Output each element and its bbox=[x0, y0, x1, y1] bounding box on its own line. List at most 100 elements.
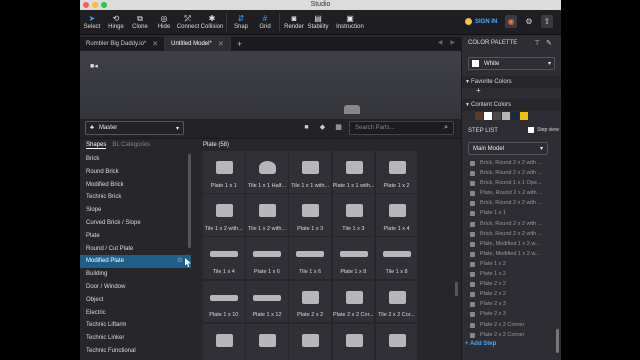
select-tool-button[interactable]: ➤ Select bbox=[80, 10, 104, 30]
hinge-tool-button[interactable]: ⟲ Hinge bbox=[104, 10, 128, 30]
color-swatch[interactable] bbox=[484, 112, 492, 120]
add-tab-button[interactable]: + bbox=[231, 37, 248, 51]
tab-left-arrow-icon[interactable]: ◀ bbox=[438, 39, 443, 46]
brick-model[interactable] bbox=[344, 105, 360, 114]
step-item[interactable]: Brick, Round 2 x 2 with ... bbox=[462, 219, 561, 229]
large-view-icon[interactable]: ■ bbox=[302, 123, 311, 132]
part-tile[interactable]: Tile 1 x 1 Half... bbox=[246, 151, 288, 193]
star-icon[interactable]: ☆ bbox=[177, 255, 183, 268]
step-item[interactable]: Plate 1 x 2 bbox=[462, 259, 561, 269]
color-select-dropdown[interactable]: White ▾ bbox=[468, 57, 555, 70]
step-view-toggle[interactable]: Step view bbox=[528, 127, 559, 133]
part-tile[interactable]: Plate 1 x 12 bbox=[246, 280, 288, 323]
step-item[interactable]: Plate 1 x 1 bbox=[462, 208, 561, 218]
tab-bl-categories[interactable]: BL Categories bbox=[112, 142, 150, 149]
category-item[interactable]: Technic Brick bbox=[80, 191, 191, 204]
category-item[interactable]: Technic Functional bbox=[80, 345, 191, 358]
step-item[interactable]: Brick, Round 2 x 2 with ... bbox=[462, 158, 561, 168]
part-tile[interactable]: Tile 1 x 6 bbox=[289, 237, 331, 279]
category-item[interactable]: Round Brick bbox=[80, 166, 191, 179]
upload-icon[interactable]: ⇧ bbox=[541, 15, 553, 28]
part-tile[interactable] bbox=[203, 323, 245, 360]
category-item[interactable]: Brick bbox=[80, 153, 191, 166]
step-item[interactable]: Plate 2 x 2 bbox=[462, 289, 561, 299]
search-icon[interactable]: ⌕ bbox=[444, 124, 448, 132]
instruction-tool-button[interactable]: ▣ Instruction bbox=[330, 10, 370, 30]
color-swatch[interactable] bbox=[502, 112, 510, 120]
hide-tool-button[interactable]: ◎ Hide bbox=[152, 10, 176, 30]
category-item[interactable]: Round / Cut Plate bbox=[80, 243, 191, 256]
tab-untitled-model[interactable]: Untitled Model* ✕ bbox=[165, 37, 231, 51]
snap-tool-button[interactable]: ⇵ Snap bbox=[229, 10, 253, 30]
step-list-scrollbar[interactable] bbox=[556, 329, 559, 353]
part-tile[interactable]: Plate 1 x 2 bbox=[375, 151, 418, 193]
close-tab-icon[interactable]: ✕ bbox=[218, 40, 224, 48]
part-tile[interactable]: Plate 1 x 1 with... bbox=[332, 151, 375, 193]
part-tile[interactable] bbox=[289, 323, 331, 360]
add-favorite-button[interactable]: + bbox=[476, 86, 481, 95]
category-item[interactable]: Object bbox=[80, 294, 191, 307]
part-tile[interactable]: Tile 1 x 3 bbox=[332, 194, 375, 236]
close-tab-icon[interactable]: ✕ bbox=[152, 40, 158, 48]
paint-roller-icon[interactable]: ⊤ bbox=[534, 37, 540, 50]
step-item[interactable]: Plate, Round 2 x 2 with ... bbox=[462, 188, 561, 198]
eyedropper-icon[interactable]: ✎ bbox=[546, 37, 552, 50]
category-scrollbar[interactable] bbox=[188, 154, 191, 248]
tab-right-arrow-icon[interactable]: ▶ bbox=[450, 39, 455, 46]
category-item[interactable]: Plate bbox=[80, 230, 191, 243]
part-tile[interactable] bbox=[332, 323, 375, 360]
close-window-button[interactable] bbox=[83, 2, 89, 8]
part-tile[interactable] bbox=[246, 323, 288, 360]
clone-tool-button[interactable]: ⧉ Clone bbox=[128, 10, 152, 30]
part-tile[interactable]: Plate 1 x 8 bbox=[332, 237, 375, 279]
category-item[interactable]: Building bbox=[80, 268, 191, 281]
minimize-window-button[interactable] bbox=[92, 2, 98, 8]
step-item[interactable]: Plate 2 x 2 Corner bbox=[462, 320, 561, 330]
step-item[interactable]: Brick, Round 1 x 1 Ope... bbox=[462, 178, 561, 188]
part-tile[interactable]: Tile 2 x 2 Cor... bbox=[375, 280, 418, 323]
notification-icon[interactable]: ◉ bbox=[505, 15, 517, 28]
3d-viewport[interactable]: ■◂ bbox=[80, 51, 461, 119]
part-tile[interactable]: Plate 1 x 3 bbox=[289, 194, 331, 236]
step-item[interactable]: Plate 2 x 3 bbox=[462, 299, 561, 309]
grid-view-icon[interactable]: ▦ bbox=[334, 123, 343, 132]
add-step-button[interactable]: + Add Step bbox=[465, 341, 496, 347]
step-item[interactable]: Plate 1 x 2 bbox=[462, 269, 561, 279]
step-item[interactable]: Brick, Round 2 x 2 with ... bbox=[462, 229, 561, 239]
category-item[interactable]: Slope bbox=[80, 204, 191, 217]
sign-in-button[interactable]: SIGN IN bbox=[465, 18, 497, 25]
category-item[interactable]: Technic Liftarm bbox=[80, 319, 191, 332]
main-model-dropdown[interactable]: Main Model ▾ bbox=[468, 142, 548, 155]
step-item[interactable]: Plate 2 x 2 Corner bbox=[462, 330, 561, 340]
settings-gear-icon[interactable]: ⚙ bbox=[523, 15, 535, 28]
tab-shapes[interactable]: Shapes bbox=[86, 142, 107, 149]
collision-tool-button[interactable]: ✱ Collision bbox=[200, 10, 224, 30]
part-tile[interactable]: Tile 1 x 1 with... bbox=[289, 151, 331, 193]
step-item[interactable]: Plate, Modified 1 x 2 w... bbox=[462, 249, 561, 259]
color-swatch[interactable] bbox=[475, 112, 483, 120]
video-camera-icon[interactable]: ■◂ bbox=[90, 62, 98, 70]
master-dropdown[interactable]: ♣ Master ▾ bbox=[85, 121, 184, 135]
part-tile[interactable]: Tile 1 x 4 bbox=[203, 237, 245, 279]
content-colors-header[interactable]: ▼ Content Colors bbox=[462, 99, 561, 111]
parts-scrollbar[interactable] bbox=[455, 282, 458, 296]
step-item[interactable]: Plate, Modified 1 x 2 w... bbox=[462, 239, 561, 249]
part-tile[interactable]: Plate 2 x 2 bbox=[289, 280, 331, 323]
part-tile[interactable] bbox=[375, 323, 418, 360]
category-item[interactable]: Modified Brick bbox=[80, 179, 191, 192]
part-tile[interactable]: Plate 1 x 6 bbox=[246, 237, 288, 279]
part-tile[interactable]: Plate 1 x 10 bbox=[203, 280, 245, 323]
color-swatch[interactable] bbox=[520, 112, 528, 120]
category-item-selected[interactable]: Modified Plate ☆ bbox=[80, 255, 191, 269]
step-view-checkbox[interactable] bbox=[528, 127, 534, 133]
part-tile[interactable]: Tile 1 x 2 with... bbox=[203, 194, 245, 236]
step-item[interactable]: Plate 2 x 2 bbox=[462, 279, 561, 289]
category-item[interactable]: Door / Window bbox=[80, 281, 191, 294]
category-item[interactable]: Electric bbox=[80, 307, 191, 320]
step-item[interactable]: Plate 2 x 3 bbox=[462, 309, 561, 319]
connect-tool-button[interactable]: ⤱ Connect bbox=[176, 10, 200, 30]
cube-view-icon[interactable]: ◆ bbox=[318, 123, 327, 132]
color-swatch[interactable] bbox=[511, 112, 519, 120]
step-item[interactable]: Brick, Round 2 x 2 with ... bbox=[462, 198, 561, 208]
part-tile[interactable]: Plate 2 x 2 Cor... bbox=[332, 280, 375, 323]
